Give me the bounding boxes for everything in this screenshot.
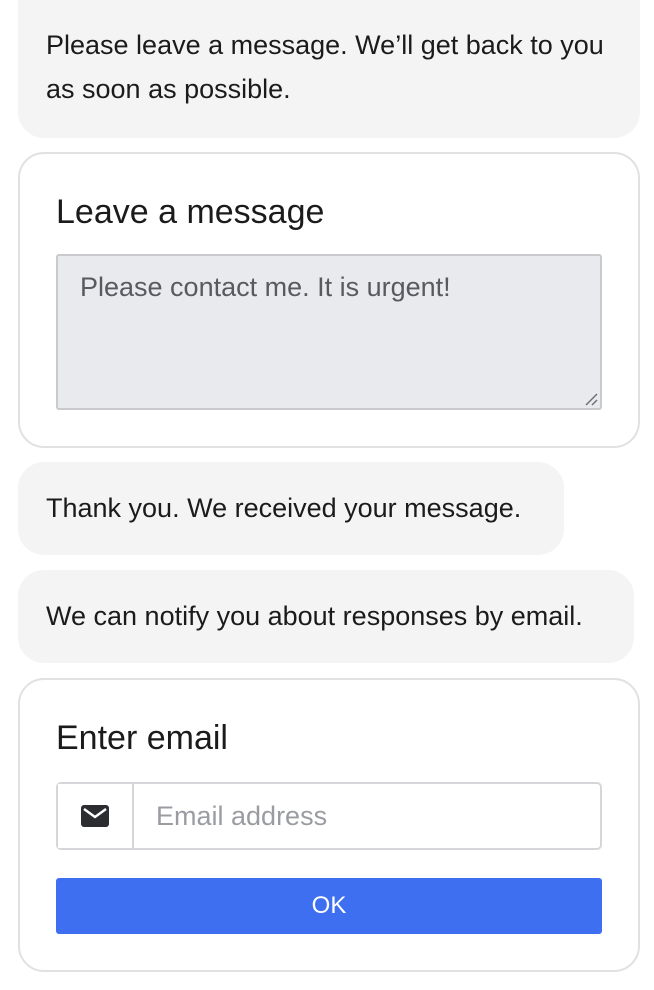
email-input[interactable]: Email address — [134, 784, 600, 848]
ok-button-label: OK — [311, 892, 347, 919]
chat-window: Please leave a message. We’ll get back t… — [0, 0, 654, 990]
message-text: We can notify you about responses by ema… — [46, 601, 583, 631]
message-text: Please leave a message. We’ll get back t… — [46, 30, 604, 104]
email-card: Enter email Email address OK — [18, 678, 640, 972]
card-title: Enter email — [56, 719, 228, 757]
resize-handle-icon[interactable] — [582, 390, 598, 406]
email-input-group: Email address — [56, 782, 602, 850]
bot-message: Please leave a message. We’ll get back t… — [18, 0, 640, 138]
message-value: Please contact me. It is urgent! — [80, 272, 451, 302]
message-textarea[interactable]: Please contact me. It is urgent! — [56, 254, 602, 410]
ok-button[interactable]: OK — [56, 878, 602, 934]
bot-message: Thank you. We received your message. — [18, 462, 564, 555]
message-text: Thank you. We received your message. — [46, 493, 522, 523]
email-addon — [58, 784, 134, 848]
card-title: Leave a message — [56, 193, 325, 231]
envelope-icon — [81, 805, 109, 827]
bot-message: We can notify you about responses by ema… — [18, 570, 634, 663]
email-placeholder: Email address — [156, 800, 328, 831]
leave-message-card: Leave a message Please contact me. It is… — [18, 152, 640, 448]
